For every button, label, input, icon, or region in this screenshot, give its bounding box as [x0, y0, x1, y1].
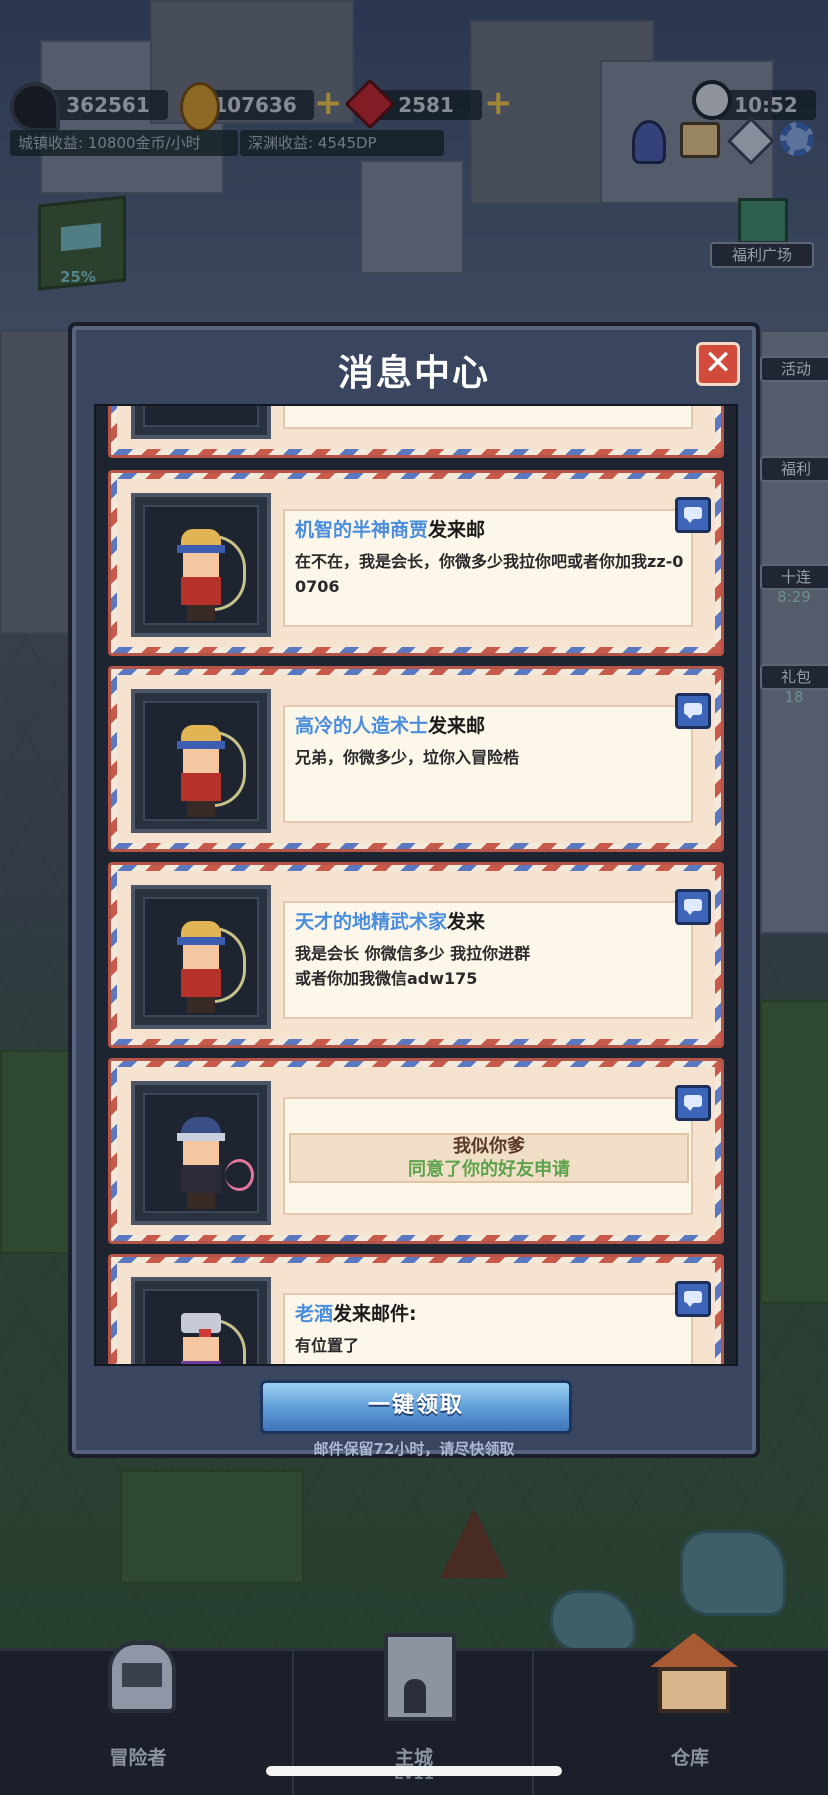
reply-button[interactable]: [675, 1281, 711, 1317]
nav-warehouse[interactable]: 仓库: [552, 1633, 828, 1795]
mail-sender: 高冷的人造术士发来邮: [295, 711, 485, 738]
mail-sender: 机智的半神商贾发来邮: [295, 515, 485, 542]
avatar: [131, 1277, 271, 1364]
nav-adventurer-label: 冒险者: [109, 1747, 167, 1769]
helmet-icon: [98, 1633, 180, 1715]
mail-body: 在不在，我是会长，你微多少我拉你吧或者你加我zz-0 0706: [295, 552, 684, 596]
sender-suffix: 发来: [447, 911, 486, 933]
sender-suffix: 发来邮: [428, 519, 486, 541]
warehouse-icon: [650, 1633, 738, 1715]
avatar: [131, 689, 271, 833]
claim-all-button[interactable]: 一键领取: [260, 1380, 572, 1434]
friend-name: 我似你爹: [453, 1136, 525, 1157]
retention-note: 邮件保留72小时，请尽快领取: [313, 1440, 515, 1458]
mail-item[interactable]: 老酒发来邮件: 有位置了: [108, 1254, 724, 1364]
mail-item[interactable]: [108, 406, 724, 458]
archer-avatar-icon: [169, 919, 246, 1015]
knight-avatar-icon: [169, 1311, 246, 1364]
close-icon: ✕: [703, 343, 733, 383]
sender-name[interactable]: 机智的半神商贾: [295, 519, 428, 541]
avatar: [131, 1081, 271, 1225]
friend-request-notice: 我似你爹 同意了你的好友申请: [289, 1133, 689, 1183]
mail-sender: 天才的地精武术家发来: [295, 907, 485, 934]
nav-adventurer[interactable]: 冒险者: [0, 1641, 276, 1795]
mail-body: 兄弟，你微多少，垃你入冒险梏: [295, 748, 520, 767]
mail-sender: 老酒发来邮件:: [295, 1299, 417, 1326]
sender-name[interactable]: 高冷的人造术士: [295, 715, 428, 737]
mail-item[interactable]: 天才的地精武术家发来 我是会长 你微信多少 我拉你进群 或者你加我微信adw17…: [108, 862, 724, 1048]
avatar: [131, 406, 271, 439]
archer-avatar-icon: [169, 723, 246, 819]
reply-button[interactable]: [675, 497, 711, 533]
sender-name[interactable]: 老酒: [295, 1303, 333, 1325]
reply-button[interactable]: [675, 889, 711, 925]
sender-name[interactable]: 天才的地精武术家: [295, 911, 447, 933]
penguin-hat-avatar-icon: [169, 1115, 254, 1211]
sender-suffix: 发来邮件:: [333, 1303, 417, 1325]
friend-status: 同意了你的好友申请: [408, 1159, 570, 1180]
close-button[interactable]: ✕: [696, 342, 740, 386]
reply-button[interactable]: [675, 693, 711, 729]
mail-item[interactable]: 高冷的人造术士发来邮 兄弟，你微多少，垃你入冒险梏: [108, 666, 724, 852]
nav-warehouse-label: 仓库: [670, 1747, 709, 1769]
friend-notice-item[interactable]: 我似你爹 同意了你的好友申请: [108, 1058, 724, 1244]
avatar: [131, 493, 271, 637]
mail-list[interactable]: 机智的半神商贾发来邮 在不在，我是会长，你微多少我拉你吧或者你加我zz-0 07…: [94, 404, 738, 1366]
mail-body: 我是会长 你微信多少 我拉你进群 或者你加我微信adw175: [295, 944, 531, 988]
sender-suffix: 发来邮: [428, 715, 486, 737]
castle-icon: [374, 1633, 456, 1721]
archer-avatar-icon: [169, 527, 246, 623]
message-center-modal: 消息中心 ✕ 机智的半神商贾发来邮 在不在，我是会长，你微多少我拉你吧或者你加我…: [68, 322, 760, 1458]
modal-title: 消息中心: [337, 353, 490, 394]
mail-item[interactable]: 机智的半神商贾发来邮 在不在，我是会长，你微多少我拉你吧或者你加我zz-0 07…: [108, 470, 724, 656]
avatar: [131, 885, 271, 1029]
reply-button[interactable]: [675, 1085, 711, 1121]
home-indicator[interactable]: [266, 1766, 562, 1776]
mail-body: 有位置了: [295, 1336, 360, 1355]
